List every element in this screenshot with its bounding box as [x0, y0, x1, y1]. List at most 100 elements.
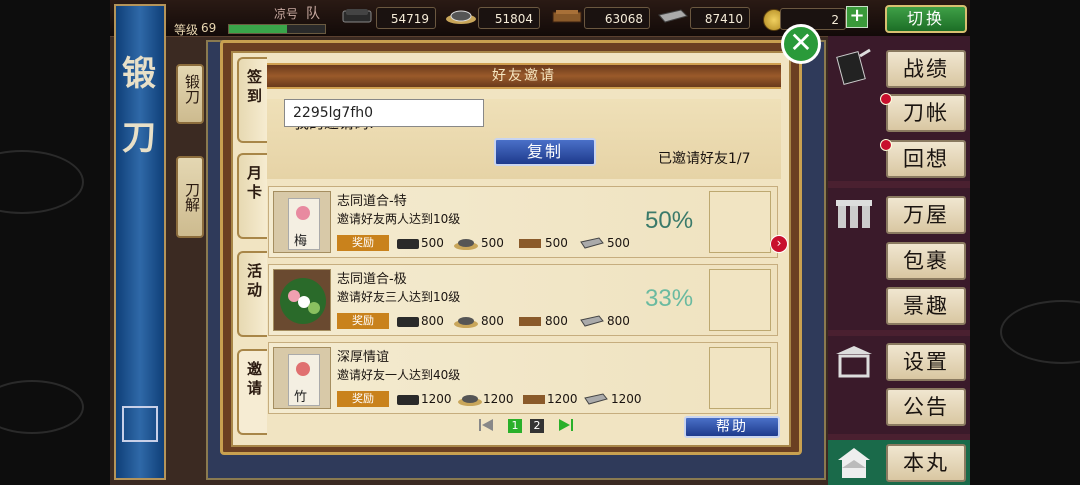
forge-tab[interactable]: 锻刀 — [176, 64, 204, 124]
menu-shop-button[interactable]: 万屋 — [886, 196, 966, 234]
menu-notice-button[interactable]: 公告 — [886, 388, 966, 426]
reward-amount: 1200 — [421, 392, 452, 406]
tab-events[interactable]: 活动 — [237, 251, 267, 337]
claim-slot[interactable] — [709, 191, 771, 253]
bamboo-charm-icon: 竹 — [273, 347, 331, 409]
page-number-current[interactable]: 1 — [508, 419, 522, 433]
level-label: 等级 — [174, 23, 199, 37]
menu-battle-record-button[interactable]: 战绩 — [886, 50, 966, 88]
reward-amount: 1200 — [547, 392, 578, 406]
banner-char: 刀 — [122, 118, 156, 158]
progress-percent: 50% — [645, 207, 694, 234]
task-title: 志同道合-特 — [337, 194, 407, 209]
reward-amount: 500 — [481, 236, 504, 250]
dismantle-tab-label: 刀解 — [183, 182, 201, 212]
reward-amount: 800 — [545, 314, 568, 328]
reward-amount: 800 — [481, 314, 504, 328]
banner-emblem — [122, 406, 158, 442]
whetstone-icon — [580, 315, 604, 327]
reward-amount: 500 — [607, 236, 630, 250]
charm-char: 竹 — [294, 390, 308, 405]
jade-steel-icon — [454, 239, 478, 250]
charcoal-icon — [342, 9, 372, 23]
task-title: 深厚情谊 — [337, 350, 390, 365]
team-suffix: 队 — [306, 6, 320, 22]
tab-invite[interactable]: 邀请 — [237, 349, 267, 435]
claim-slot[interactable] — [709, 269, 771, 331]
tab-signin[interactable]: 签到 — [237, 57, 267, 143]
right-backdrop — [970, 0, 1080, 485]
reward-badge: 奖励 — [337, 313, 389, 329]
task-title: 志同道合-极 — [337, 272, 407, 287]
task-description: 邀请好友一人达到40级 — [337, 368, 461, 382]
dismantle-tab[interactable]: 刀解 — [176, 156, 204, 238]
dialog-title: 好友邀请 — [267, 63, 781, 89]
progress-percent: 33% — [645, 285, 694, 312]
reward-badge: 奖励 — [337, 391, 389, 407]
bamboo-emblem-icon — [296, 362, 310, 376]
dango-ball — [308, 302, 320, 314]
banner-char: 锻 — [122, 54, 156, 94]
reward-badge: 奖励 — [337, 235, 389, 251]
forge-banner: 锻 刀 — [114, 4, 166, 480]
tab-monthly-card-label: 月卡 — [245, 165, 263, 203]
charm-char: 梅 — [294, 234, 308, 249]
tab-invite-label: 邀请 — [245, 361, 263, 399]
cooling-material-icon — [519, 239, 541, 248]
jade-steel-icon — [458, 395, 482, 406]
add-coin-button[interactable]: + — [846, 6, 868, 28]
switch-button[interactable]: 切换 — [885, 5, 967, 33]
menu-citadel-button[interactable]: 本丸 — [886, 444, 966, 482]
task-description: 邀请好友三人达到10级 — [337, 290, 461, 304]
jade-steel-icon — [454, 317, 478, 328]
menu-sword-list-button[interactable]: 刀帐 — [886, 94, 966, 132]
whetstone-icon — [584, 393, 608, 405]
cooling-material-count: 63068 — [584, 7, 650, 29]
help-button[interactable]: 帮助 — [684, 416, 780, 438]
charcoal-icon — [397, 317, 419, 327]
whetstone-icon — [658, 9, 688, 23]
cooling-material-icon — [552, 10, 582, 23]
reward-amount: 1200 — [483, 392, 514, 406]
swirl-decoration — [0, 150, 84, 214]
page-number[interactable]: 2 — [530, 419, 544, 433]
plum-charm-icon: 梅 — [273, 191, 331, 253]
close-icon[interactable]: ✕ — [781, 24, 821, 64]
castle-icon — [838, 448, 870, 478]
top-resource-bar: 等级 69 凉号 队 54719 51804 63068 87410 2 + — [110, 0, 970, 37]
menu-recollection-button[interactable]: 回想 — [886, 140, 966, 178]
claim-slot[interactable] — [709, 347, 771, 409]
task-row: 梅 志同道合-特 邀请好友两人达到10级 奖励 500 500 500 500 … — [268, 186, 778, 258]
dango-icon — [273, 269, 331, 331]
settings-gate-icon — [836, 346, 872, 378]
menu-bag-button[interactable]: 包裹 — [886, 242, 966, 280]
last-page-icon[interactable] — [558, 418, 574, 432]
charcoal-icon — [397, 239, 419, 249]
plum-flower-icon — [296, 206, 310, 220]
jade-steel-count: 51804 — [478, 7, 540, 29]
exp-bar — [228, 24, 326, 34]
notification-dot — [880, 93, 892, 105]
cooling-material-icon — [519, 317, 541, 326]
whetstone-count: 87410 — [690, 7, 750, 29]
tab-signin-label: 签到 — [245, 69, 263, 107]
shop-curtain-icon — [836, 200, 872, 228]
reward-amount: 800 — [421, 314, 444, 328]
reward-amount: 500 — [545, 236, 568, 250]
reward-amount: 800 — [607, 314, 630, 328]
invite-code-field[interactable]: 2295lg7fh0 — [284, 99, 484, 127]
swirl-decoration — [0, 380, 84, 434]
records-book-icon — [836, 48, 871, 85]
cooling-material-icon — [523, 395, 545, 404]
tab-monthly-card[interactable]: 月卡 — [237, 153, 267, 239]
chevron-right-icon[interactable]: › — [770, 235, 788, 253]
menu-scenery-button[interactable]: 景趣 — [886, 287, 966, 325]
notification-dot — [880, 139, 892, 151]
right-menu: 战绩 刀帐 回想 万屋 包裹 景趣 设置 公告 本丸 — [828, 36, 970, 485]
copy-button[interactable]: 复制 — [494, 138, 596, 166]
task-row: 志同道合-极 邀请好友三人达到10级 奖励 800 800 800 800 33… — [268, 264, 778, 336]
menu-settings-button[interactable]: 设置 — [886, 343, 966, 381]
first-page-icon[interactable] — [478, 418, 494, 432]
game-screen: 等级 69 凉号 队 54719 51804 63068 87410 2 + 锻… — [110, 0, 970, 485]
invited-count: 已邀请好友1/7 — [658, 151, 751, 167]
